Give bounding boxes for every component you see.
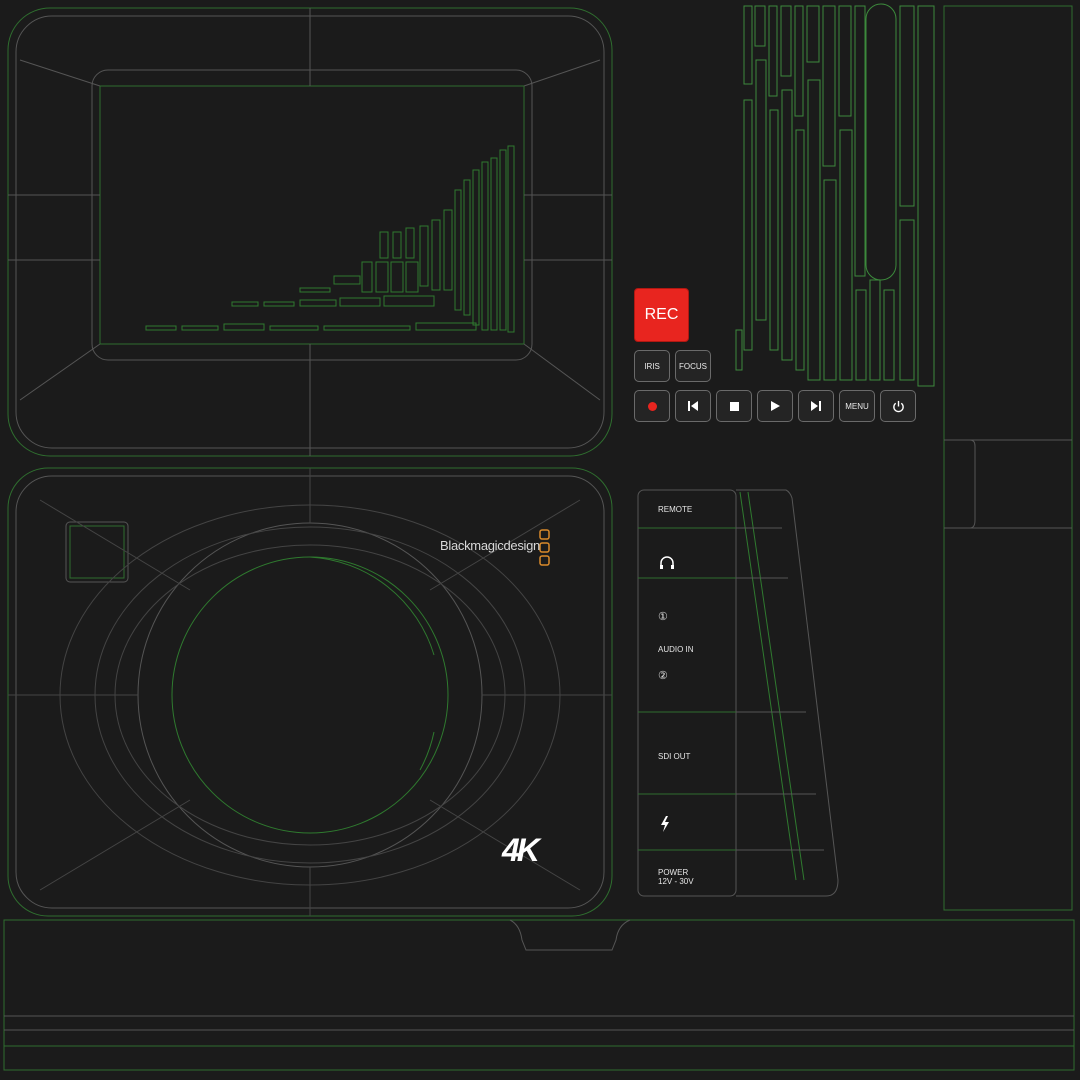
skip-back-icon — [688, 401, 698, 411]
power-button[interactable] — [880, 390, 916, 422]
side-strip-islands — [735, 3, 935, 387]
skip-forward-button[interactable] — [798, 390, 834, 422]
power-port-label: POWER 12V - 30V — [658, 868, 694, 886]
power-port-label-line1: POWER — [658, 868, 689, 877]
uv-texture-canvas: REC IRIS FOCUS MENU Blackmagicdesign 4K … — [0, 0, 1080, 1080]
bottom-strip-wireframe — [3, 919, 1075, 1071]
audio-channel-2-label: ② — [658, 670, 668, 682]
wireframe-layer — [3, 3, 1075, 1071]
rec-button[interactable]: REC — [634, 288, 689, 342]
sdi-out-label: SDI OUT — [658, 752, 691, 761]
brand-logo-rings — [539, 529, 550, 566]
record-button[interactable] — [634, 390, 670, 422]
audio-channel-1-label: ① — [658, 611, 668, 623]
power-icon — [892, 400, 904, 412]
record-dot-icon — [647, 401, 657, 411]
play-button[interactable] — [757, 390, 793, 422]
audio-in-label: AUDIO IN — [658, 645, 694, 654]
4k-badge: 4K — [502, 832, 540, 868]
menu-button[interactable]: MENU — [839, 390, 875, 422]
stop-button[interactable] — [716, 390, 752, 422]
right-panel-wireframe — [943, 5, 1073, 911]
screen-housing-wireframe — [7, 7, 613, 457]
port-panel-wireframe — [637, 489, 839, 897]
screen-uv-islands — [145, 145, 515, 333]
stop-icon — [729, 401, 739, 411]
thunderbolt-icon — [661, 816, 669, 832]
play-icon — [771, 401, 780, 411]
power-port-label-line2: 12V - 30V — [658, 877, 694, 886]
brand-logo-text: Blackmagicdesign — [440, 538, 540, 553]
focus-button[interactable]: FOCUS — [675, 350, 711, 382]
remote-port-label: REMOTE — [658, 505, 693, 514]
iris-button[interactable]: IRIS — [634, 350, 670, 382]
skip-forward-icon — [811, 401, 821, 411]
skip-back-button[interactable] — [675, 390, 711, 422]
headphones-icon — [660, 556, 674, 569]
